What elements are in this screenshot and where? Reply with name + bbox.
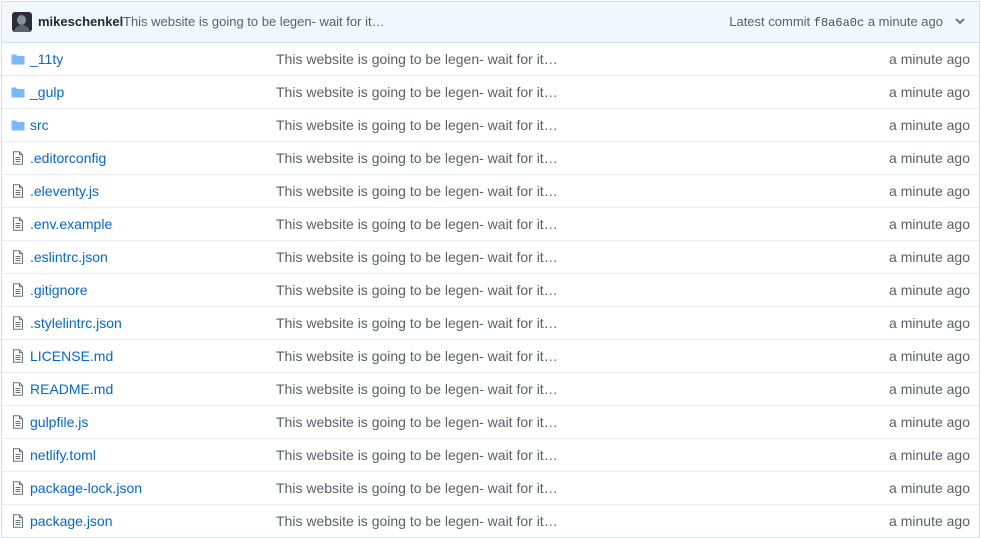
- file-icon: [11, 448, 25, 462]
- file-commit-message-link[interactable]: This website is going to be legen- wait …: [276, 315, 558, 331]
- file-commit-message-link[interactable]: This website is going to be legen- wait …: [276, 282, 558, 298]
- file-name-link[interactable]: _gulp: [30, 84, 64, 100]
- file-row: .gitignore This website is going to be le…: [2, 273, 979, 306]
- file-row: netlify.toml This website is going to be …: [2, 438, 979, 471]
- file-name-link[interactable]: src: [30, 117, 49, 133]
- file-icon: [11, 151, 25, 165]
- file-list: _11ty This website is going to be legen- …: [2, 43, 979, 537]
- file-commit-age: a minute ago: [889, 51, 970, 67]
- latest-commit-label: Latest commit: [729, 14, 811, 29]
- file-commit-age: a minute ago: [889, 282, 970, 298]
- file-icon: [11, 184, 25, 198]
- file-icon: [11, 481, 25, 495]
- file-commit-age: a minute ago: [889, 381, 970, 397]
- file-icon: [11, 382, 25, 396]
- file-commit-message-link[interactable]: This website is going to be legen- wait …: [276, 414, 558, 430]
- file-name-link[interactable]: .gitignore: [30, 282, 88, 298]
- file-commit-age: a minute ago: [889, 84, 970, 100]
- file-icon: [11, 514, 25, 528]
- file-icon: [11, 316, 25, 330]
- file-commit-age: a minute ago: [889, 513, 970, 529]
- commit-message-link[interactable]: This website is going to be legen- wait …: [123, 14, 385, 29]
- file-commit-age: a minute ago: [889, 315, 970, 331]
- file-row: .editorconfig This website is going to be…: [2, 141, 979, 174]
- file-commit-age: a minute ago: [889, 414, 970, 430]
- file-commit-message-link[interactable]: This website is going to be legen- wait …: [276, 150, 558, 166]
- file-name-link[interactable]: gulpfile.js: [30, 414, 88, 430]
- file-row: package-lock.json This website is going t…: [2, 471, 979, 504]
- commit-age: a minute ago: [867, 14, 943, 29]
- file-commit-message-link[interactable]: This website is going to be legen- wait …: [276, 216, 558, 232]
- file-commit-age: a minute ago: [889, 480, 970, 496]
- file-commit-age: a minute ago: [889, 117, 970, 133]
- file-name-link[interactable]: package-lock.json: [30, 480, 142, 496]
- file-name-link[interactable]: _11ty: [30, 51, 63, 67]
- chevron-down-icon[interactable]: [953, 14, 967, 28]
- file-row: _11ty This website is going to be legen- …: [2, 43, 979, 75]
- file-commit-message-link[interactable]: This website is going to be legen- wait …: [276, 348, 558, 364]
- file-row: src This website is going to be legen- wa…: [2, 108, 979, 141]
- file-icon: [11, 250, 25, 264]
- commit-sha-link[interactable]: f8a6a0c: [814, 16, 864, 30]
- file-commit-message-link[interactable]: This website is going to be legen- wait …: [276, 381, 558, 397]
- file-name-link[interactable]: netlify.toml: [30, 447, 96, 463]
- folder-icon: [11, 118, 25, 132]
- file-name-link[interactable]: .env.example: [30, 216, 112, 232]
- file-commit-message-link[interactable]: This website is going to be legen- wait …: [276, 480, 558, 496]
- file-row: .env.example This website is going to be …: [2, 207, 979, 240]
- file-name-link[interactable]: .stylelintrc.json: [30, 315, 122, 331]
- folder-icon: [11, 52, 25, 66]
- file-row: .stylelintrc.json This website is going t…: [2, 306, 979, 339]
- file-commit-message-link[interactable]: This website is going to be legen- wait …: [276, 117, 558, 133]
- file-row: .eleventy.js This website is going to be …: [2, 174, 979, 207]
- file-commit-message-link[interactable]: This website is going to be legen- wait …: [276, 183, 558, 199]
- file-icon: [11, 217, 25, 231]
- avatar[interactable]: [12, 12, 32, 32]
- file-row: gulpfile.js This website is going to be l…: [2, 405, 979, 438]
- file-commit-message-link[interactable]: This website is going to be legen- wait …: [276, 447, 558, 463]
- latest-commit-bar: mikeschenkel This website is going to be…: [2, 2, 979, 43]
- file-commit-age: a minute ago: [889, 150, 970, 166]
- file-name-link[interactable]: .eleventy.js: [30, 183, 99, 199]
- file-icon: [11, 283, 25, 297]
- file-row: LICENSE.md This website is going to be le…: [2, 339, 979, 372]
- file-commit-age: a minute ago: [889, 216, 970, 232]
- file-name-link[interactable]: LICENSE.md: [30, 348, 113, 364]
- file-row: _gulp This website is going to be legen- …: [2, 75, 979, 108]
- file-icon: [11, 349, 25, 363]
- file-row: package.json This website is going to be …: [2, 504, 979, 537]
- file-browser: mikeschenkel This website is going to be…: [1, 1, 980, 538]
- file-commit-age: a minute ago: [889, 447, 970, 463]
- file-commit-age: a minute ago: [889, 249, 970, 265]
- latest-commit-info: Latest commit f8a6a0c a minute ago: [729, 14, 943, 30]
- file-name-link[interactable]: package.json: [30, 513, 113, 529]
- file-commit-message-link[interactable]: This website is going to be legen- wait …: [276, 84, 558, 100]
- file-commit-age: a minute ago: [889, 183, 970, 199]
- file-commit-age: a minute ago: [889, 348, 970, 364]
- commit-author-link[interactable]: mikeschenkel: [38, 14, 123, 29]
- file-name-link[interactable]: README.md: [30, 381, 113, 397]
- file-commit-message-link[interactable]: This website is going to be legen- wait …: [276, 249, 558, 265]
- file-row: .eslintrc.json This website is going to b…: [2, 240, 979, 273]
- file-commit-message-link[interactable]: This website is going to be legen- wait …: [276, 513, 558, 529]
- file-row: README.md This website is going to be leg…: [2, 372, 979, 405]
- file-commit-message-link[interactable]: This website is going to be legen- wait …: [276, 51, 558, 67]
- file-name-link[interactable]: .eslintrc.json: [30, 249, 108, 265]
- file-name-link[interactable]: .editorconfig: [30, 150, 106, 166]
- folder-icon: [11, 85, 25, 99]
- file-icon: [11, 415, 25, 429]
